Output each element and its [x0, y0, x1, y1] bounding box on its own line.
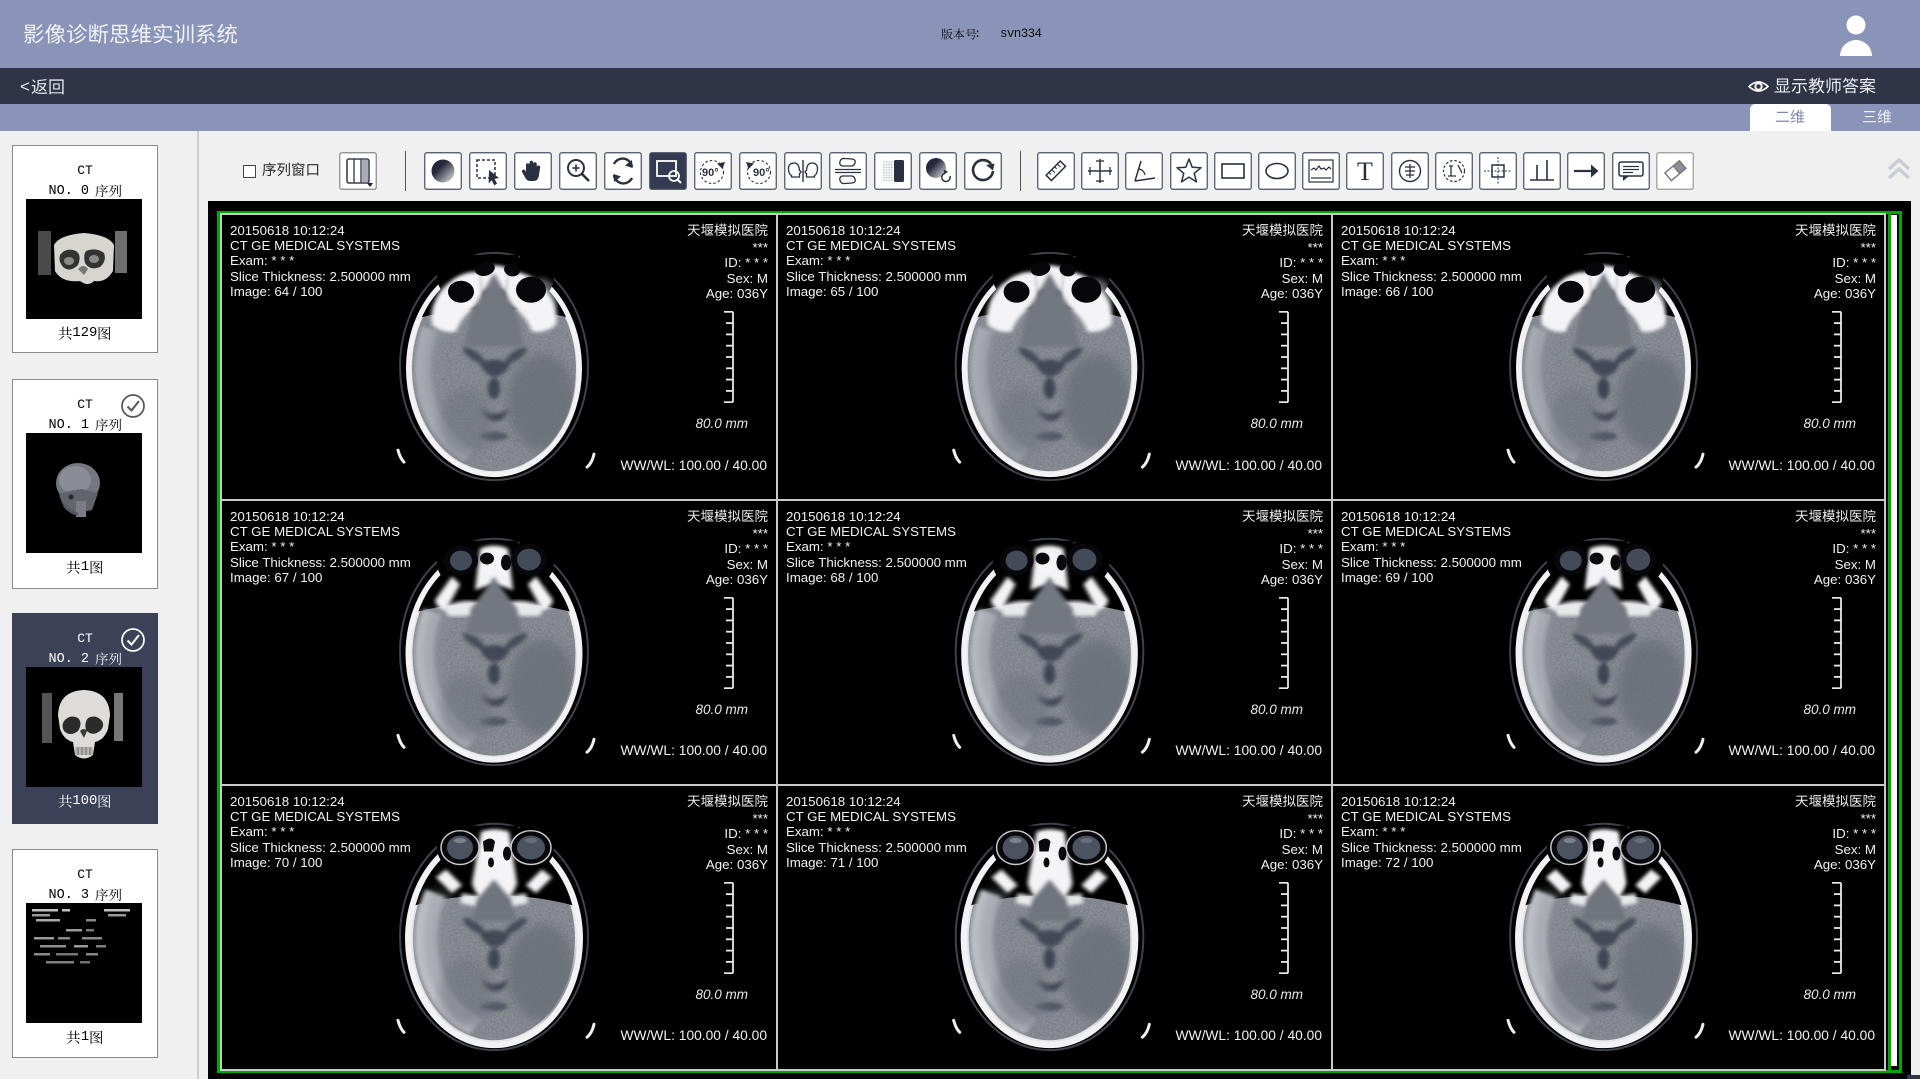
svg-text:T: T [1357, 157, 1373, 186]
svg-text:90°: 90° [753, 167, 770, 179]
svg-text:90°: 90° [702, 167, 719, 179]
